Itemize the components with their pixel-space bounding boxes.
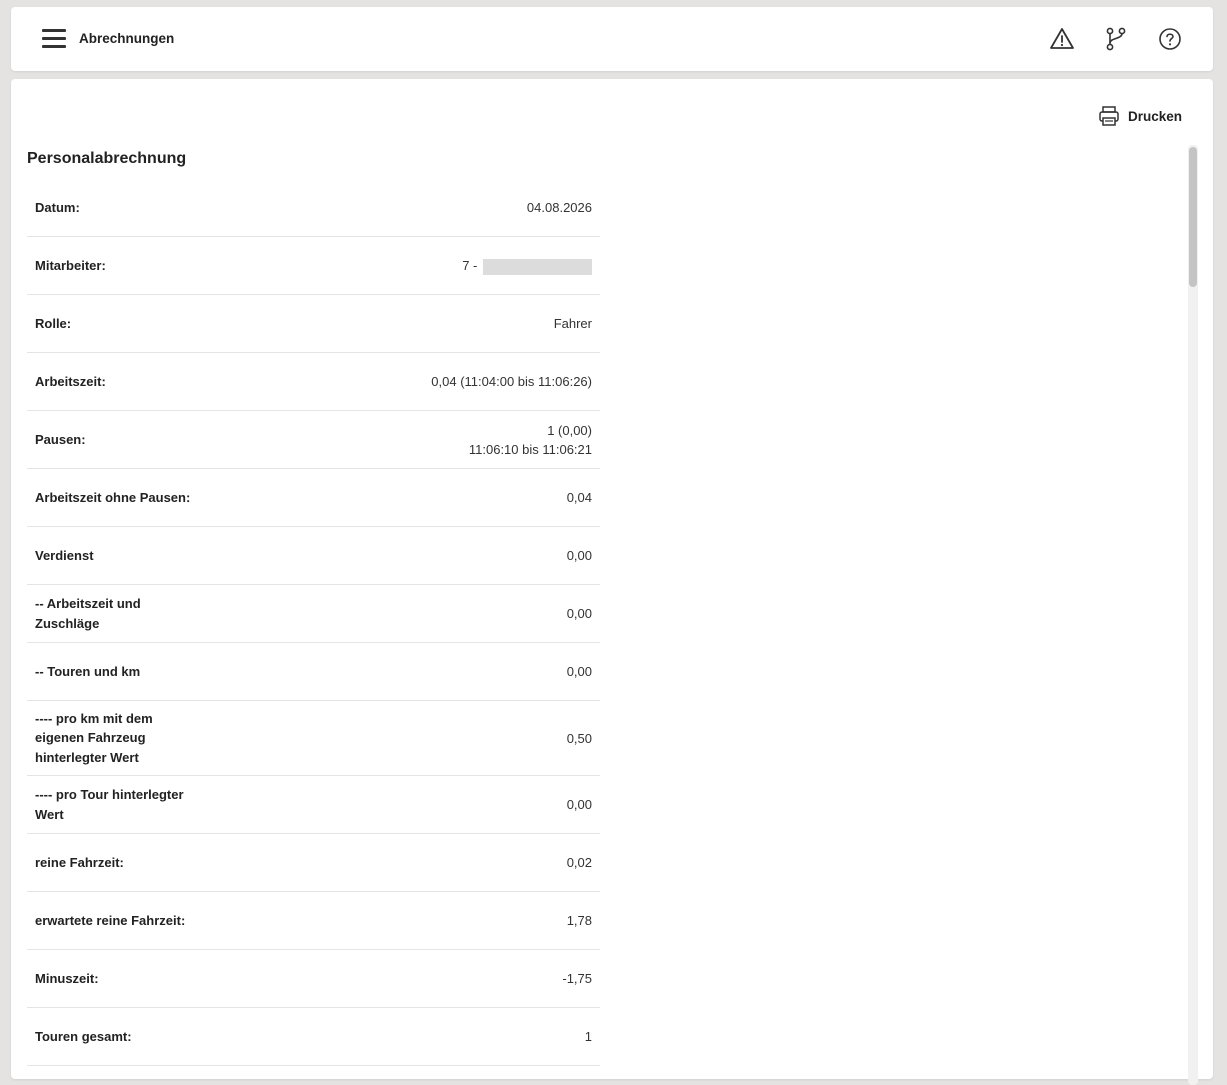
table-row: Datum: 04.08.2026 bbox=[27, 179, 600, 237]
table-row: -- Arbeitszeit und Zuschläge 0,00 bbox=[27, 585, 600, 643]
row-label: erwartete reine Fahrzeit: bbox=[35, 912, 186, 928]
top-bar: Abrechnungen bbox=[11, 7, 1213, 71]
row-value-employee: 7 - bbox=[462, 256, 592, 275]
pause-range: 11:06:10 bis 11:06:21 bbox=[468, 441, 592, 457]
row-label: Minuszeit: bbox=[35, 970, 99, 986]
print-button[interactable]: Drucken bbox=[1098, 105, 1182, 127]
table-row: Arbeitszeit ohne Pausen: 0,04 bbox=[27, 469, 600, 527]
row-value: 1,78 bbox=[566, 913, 592, 928]
row-value: 04.08.2026 bbox=[526, 200, 592, 215]
redacted-name bbox=[483, 258, 592, 275]
table-row: erwartete reine Fahrzeit: 1,78 bbox=[27, 892, 600, 950]
table-row: Pausen: 1 (0,00) 11:06:10 bis 11:06:21 bbox=[27, 411, 600, 469]
row-value: 1 bbox=[584, 1029, 592, 1044]
table-row: Minuszeit: -1,75 bbox=[27, 950, 600, 1008]
row-label: -- Arbeitszeit und Zuschläge bbox=[35, 596, 141, 631]
row-label: Arbeitszeit: bbox=[35, 373, 106, 389]
row-value: 0,50 bbox=[566, 730, 592, 746]
row-value: 0,00 bbox=[566, 664, 592, 679]
table-row: -- Touren und km 0,00 bbox=[27, 643, 600, 701]
row-label: Mitarbeiter: bbox=[35, 257, 106, 273]
pause-count: 1 (0,00) bbox=[547, 422, 592, 438]
row-label: reine Fahrzeit: bbox=[35, 854, 124, 870]
row-value: 0,04 (11:04:00 bis 11:06:26) bbox=[431, 374, 592, 389]
printer-icon bbox=[1099, 106, 1119, 126]
section-title: Personalabrechnung bbox=[27, 150, 187, 167]
help-icon[interactable] bbox=[1157, 26, 1183, 52]
table-row: ---- pro Tour hinterlegter Wert 0,00 bbox=[27, 776, 600, 834]
table-row: reine Fahrzeit: 0,02 bbox=[27, 834, 600, 892]
row-value: Fahrer bbox=[553, 316, 592, 331]
row-label: -- Touren und km bbox=[35, 663, 141, 679]
row-value: -1,75 bbox=[562, 971, 592, 986]
warning-icon[interactable] bbox=[1049, 26, 1075, 52]
row-value: 0,04 bbox=[566, 490, 592, 505]
row-label: ---- pro km mit dem eigenen Fahrzeug hin… bbox=[35, 710, 153, 765]
row-label: Verdienst bbox=[35, 547, 94, 563]
table-row: Touren gesamt: 1 bbox=[27, 1008, 600, 1066]
row-label: Touren gesamt: bbox=[35, 1028, 132, 1044]
print-label: Drucken bbox=[1128, 108, 1183, 124]
row-label: Rolle: bbox=[35, 315, 72, 331]
menu-icon[interactable] bbox=[42, 28, 68, 50]
employee-id: 7 - bbox=[462, 258, 478, 273]
table-row: Mitarbeiter: 7 - bbox=[27, 237, 600, 295]
row-label: Datum: bbox=[35, 199, 80, 215]
billing-table: Datum: 04.08.2026 Mitarbeiter: 7 - Rolle… bbox=[27, 179, 600, 1066]
page-title: Abrechnungen bbox=[79, 31, 175, 46]
scrollbar-thumb[interactable] bbox=[1189, 147, 1197, 287]
row-value: 0,00 bbox=[566, 797, 592, 812]
table-row: Arbeitszeit: 0,04 (11:04:00 bis 11:06:26… bbox=[27, 353, 600, 411]
table-row: Rolle: Fahrer bbox=[27, 295, 600, 353]
row-label: Pausen: bbox=[35, 431, 86, 447]
branch-icon[interactable] bbox=[1103, 26, 1129, 52]
row-value: 0,02 bbox=[566, 855, 592, 870]
table-row: Verdienst 0,00 bbox=[27, 527, 600, 585]
main-panel: Drucken Personalabrechnung Datum: 04.08.… bbox=[11, 79, 1213, 1085]
row-value: 0,00 bbox=[566, 548, 592, 563]
table-row: ---- pro km mit dem eigenen Fahrzeug hin… bbox=[27, 701, 600, 776]
row-label: ---- pro Tour hinterlegter Wert bbox=[35, 787, 184, 822]
row-value: 0,00 bbox=[566, 606, 592, 621]
row-value: 1 (0,00) 11:06:10 bis 11:06:21 bbox=[469, 421, 592, 459]
row-label: Arbeitszeit ohne Pausen: bbox=[35, 489, 191, 505]
scrollbar[interactable] bbox=[1188, 145, 1198, 1085]
